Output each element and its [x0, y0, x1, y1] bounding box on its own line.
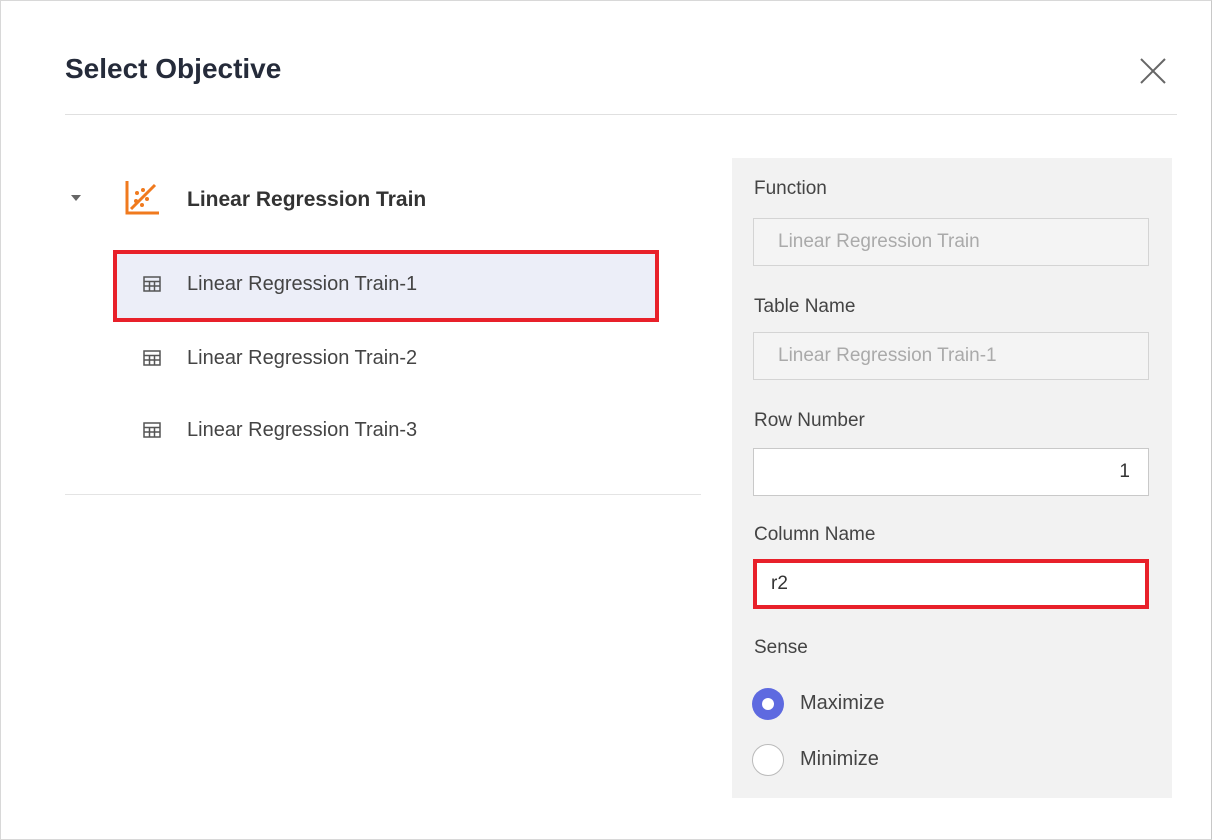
tree-root-linear-regression-train[interactable]: Linear Regression Train: [65, 173, 705, 229]
function-field: [753, 218, 1149, 266]
caret-down-icon[interactable]: [71, 195, 81, 201]
tree-item-label: Linear Regression Train-3: [187, 419, 418, 441]
tree-root-label: Linear Regression Train: [187, 188, 427, 211]
table-name-label: Table Name: [754, 296, 856, 317]
select-objective-dialog: Select Objective Linear Regression Train: [0, 0, 1212, 840]
header-divider: [65, 114, 1177, 115]
table-icon: [143, 350, 161, 366]
close-icon[interactable]: [1137, 55, 1169, 87]
column-name-field[interactable]: [753, 559, 1149, 609]
tree-item-label: Linear Regression Train-1: [187, 273, 418, 295]
dialog-title: Select Objective: [65, 53, 282, 84]
column-name-label: Column Name: [754, 524, 876, 545]
row-number-field[interactable]: [753, 448, 1149, 496]
table-icon: [143, 276, 161, 292]
radio-unselected-icon[interactable]: [752, 744, 784, 776]
tree-divider: [65, 494, 701, 495]
tree-item-linear-regression-train-3[interactable]: Linear Regression Train-3: [115, 398, 653, 462]
radio-label: Maximize: [800, 692, 885, 714]
tree-item-linear-regression-train-1[interactable]: Linear Regression Train-1: [113, 250, 659, 322]
tree-item-label: Linear Regression Train-2: [187, 347, 418, 369]
sense-label: Sense: [754, 637, 808, 658]
table-name-field: [753, 332, 1149, 380]
function-label: Function: [754, 178, 827, 199]
regression-chart-icon: [125, 181, 159, 215]
row-number-label: Row Number: [754, 410, 865, 431]
radio-selected-icon[interactable]: [752, 688, 784, 720]
tree-item-linear-regression-train-2[interactable]: Linear Regression Train-2: [115, 326, 653, 390]
objective-properties-panel: Function Table Name Row Number Column Na…: [732, 158, 1172, 798]
radio-label: Minimize: [800, 748, 879, 770]
table-icon: [143, 422, 161, 438]
